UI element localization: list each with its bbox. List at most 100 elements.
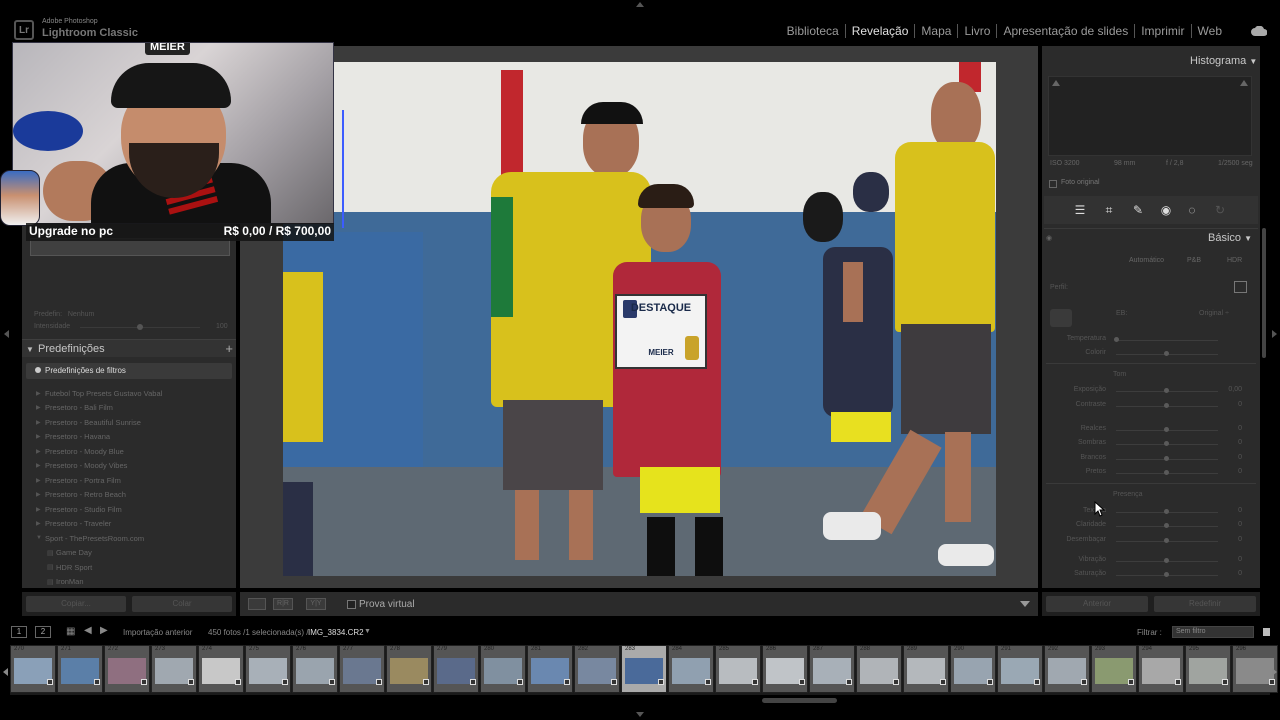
crop-icon[interactable]: ⌗ <box>1103 204 1115 216</box>
module-0[interactable]: Biblioteca <box>781 24 845 38</box>
slider-colorir[interactable]: Colorir <box>1048 348 1252 360</box>
filmstrip-thumb[interactable]: 290 <box>950 645 996 693</box>
slider-desembaçar[interactable]: Desembaçar 0 <box>1048 535 1252 547</box>
collapse-top-arrow-icon[interactable] <box>636 2 644 7</box>
filmstrip-thumb[interactable]: 275 <box>245 645 291 693</box>
slider-knob[interactable] <box>1164 558 1169 563</box>
filmstrip-thumb[interactable]: 276 <box>292 645 338 693</box>
slider-knob[interactable] <box>1164 351 1169 356</box>
slider-temperatura[interactable]: Temperatura <box>1048 334 1252 346</box>
collapse-right-arrow-icon[interactable] <box>1272 330 1277 338</box>
add-preset-icon[interactable]: + <box>225 341 233 356</box>
slider-vibração[interactable]: Vibração 0 <box>1048 555 1252 567</box>
original-photo-checkbox[interactable] <box>1049 180 1057 188</box>
auto-button[interactable]: Automático <box>1129 257 1164 264</box>
slider-value[interactable]: 0 <box>1238 468 1242 475</box>
filter-presets-row[interactable]: Predefinições de filtros <box>26 363 232 379</box>
slider-value[interactable]: 0,00 <box>1228 386 1242 393</box>
filmstrip-thumb[interactable]: 272 <box>104 645 150 693</box>
filmstrip-thumb[interactable]: 294 <box>1138 645 1184 693</box>
module-2[interactable]: Mapa <box>915 24 957 38</box>
preset-folder[interactable]: ▶ Presetoro - Moody Vibes <box>36 459 232 474</box>
slider-textura[interactable]: Textura0 <box>1048 506 1252 518</box>
bw-button[interactable]: P&B <box>1187 257 1201 264</box>
slider-exposição[interactable]: Exposição 0,00 <box>1048 385 1252 397</box>
soft-proof-checkbox[interactable] <box>347 600 356 609</box>
red-eye-icon[interactable]: ◉ <box>1160 204 1172 216</box>
loupe-view-icon[interactable] <box>248 598 266 610</box>
preset-item[interactable]: ▤ HDR Sport <box>36 560 232 575</box>
slider-value[interactable]: 0 <box>1238 570 1242 577</box>
module-6[interactable]: Web <box>1192 24 1228 38</box>
forward-arrow-icon[interactable]: ▶ <box>100 625 108 636</box>
filmstrip-thumb[interactable]: 277 <box>339 645 385 693</box>
reset-button[interactable]: Redefinir <box>1154 596 1256 612</box>
compare-view-icon[interactable]: Y|Y <box>306 598 326 610</box>
slider-contraste[interactable]: Contraste 0 <box>1048 400 1252 412</box>
filter-lock-icon[interactable] <box>1263 628 1270 636</box>
preset-folder[interactable]: ▶ Presetoro - Beautiful Sunrise <box>36 415 232 430</box>
preset-item[interactable]: ▤ IronMan <box>36 575 232 590</box>
slider-pretos[interactable]: Pretos 0 <box>1048 467 1252 479</box>
histogram[interactable] <box>1048 76 1252 156</box>
slider-knob[interactable] <box>1164 427 1169 432</box>
reset-tool-icon[interactable]: ↻ <box>1214 204 1226 216</box>
filmstrip-thumb[interactable]: 288 <box>856 645 902 693</box>
presets-section-header[interactable]: ▼ Predefinições + <box>22 339 236 357</box>
filmstrip-scrollbar[interactable] <box>762 698 837 703</box>
source-label[interactable]: Importação anterior <box>123 628 192 637</box>
expand-triangle-icon[interactable]: ▼ <box>26 345 34 354</box>
filmstrip-thumb[interactable]: 274 <box>198 645 244 693</box>
cloud-sync-icon[interactable] <box>1251 26 1267 36</box>
module-1[interactable]: Revelação <box>846 24 915 38</box>
filter-select[interactable]: Sem filtro <box>1172 626 1254 638</box>
filmstrip-thumb[interactable]: 286 <box>762 645 808 693</box>
profile-browser-icon[interactable] <box>1234 281 1247 293</box>
slider-claridade[interactable]: Claridade 0 <box>1048 520 1252 532</box>
filmstrip-thumb[interactable]: 271 <box>57 645 103 693</box>
slider-realces[interactable]: Realces 0 <box>1048 424 1252 436</box>
file-name[interactable]: IMG_3834.CR2 <box>308 628 364 637</box>
copy-button[interactable]: Copiar... <box>26 596 126 612</box>
slider-value[interactable]: 0 <box>1238 556 1242 563</box>
filmstrip-thumb[interactable]: 278 <box>386 645 432 693</box>
filmstrip-thumb[interactable]: 292 <box>1044 645 1090 693</box>
slider-knob[interactable] <box>1164 509 1169 514</box>
highlight-clip-icon[interactable] <box>1240 80 1248 86</box>
slider-sombras[interactable]: Sombras 0 <box>1048 438 1252 450</box>
filmstrip-thumb[interactable]: 280 <box>480 645 526 693</box>
wb-value[interactable]: Original ÷ <box>1199 310 1229 317</box>
previous-button[interactable]: Anterior <box>1046 596 1148 612</box>
filmstrip-thumb[interactable]: 279 <box>433 645 479 693</box>
collapse-left-arrow-icon[interactable] <box>4 330 9 338</box>
slider-saturação[interactable]: Saturação 0 <box>1048 569 1252 581</box>
slider-knob[interactable] <box>1164 572 1169 577</box>
preset-folder[interactable]: ▶ Presetoro - Portra Film <box>36 473 232 488</box>
slider-knob[interactable] <box>1164 456 1169 461</box>
filmstrip-left-arrow-icon[interactable] <box>3 668 8 676</box>
panel-visibility-icon[interactable]: ◉ <box>1046 234 1052 242</box>
filmstrip-right-arrow-icon[interactable] <box>1272 668 1277 676</box>
right-panel-scrollbar[interactable] <box>1262 228 1266 358</box>
main-photo[interactable]: DESTAQUE MEIER <box>283 62 996 576</box>
filmstrip-thumb[interactable]: 270 <box>10 645 56 693</box>
collapse-bottom-arrow-icon[interactable] <box>636 712 644 717</box>
module-5[interactable]: Imprimir <box>1135 24 1190 38</box>
filmstrip-thumb[interactable]: 291 <box>997 645 1043 693</box>
filmstrip-thumb[interactable]: 295 <box>1185 645 1231 693</box>
slider-knob[interactable] <box>1164 523 1169 528</box>
back-arrow-icon[interactable]: ◀ <box>84 625 92 636</box>
paste-button[interactable]: Colar <box>132 596 232 612</box>
wb-eyedropper-icon[interactable] <box>1050 309 1072 327</box>
filmstrip-thumb[interactable]: 284 <box>668 645 714 693</box>
slider-value[interactable]: 0 <box>1238 521 1242 528</box>
slider-brancos[interactable]: Brancos 0 <box>1048 453 1252 465</box>
second-window-button[interactable]: 2 <box>35 626 51 638</box>
slider-knob[interactable] <box>1164 538 1169 543</box>
preset-folder[interactable]: ▶ Presetoro - Moody Blue <box>36 444 232 459</box>
filmstrip-thumb[interactable]: 283 <box>621 645 667 693</box>
shadow-clip-icon[interactable] <box>1052 80 1060 86</box>
filmstrip-thumb[interactable]: 289 <box>903 645 949 693</box>
filmstrip-thumb[interactable]: 293 <box>1091 645 1137 693</box>
filmstrip-thumb[interactable]: 285 <box>715 645 761 693</box>
